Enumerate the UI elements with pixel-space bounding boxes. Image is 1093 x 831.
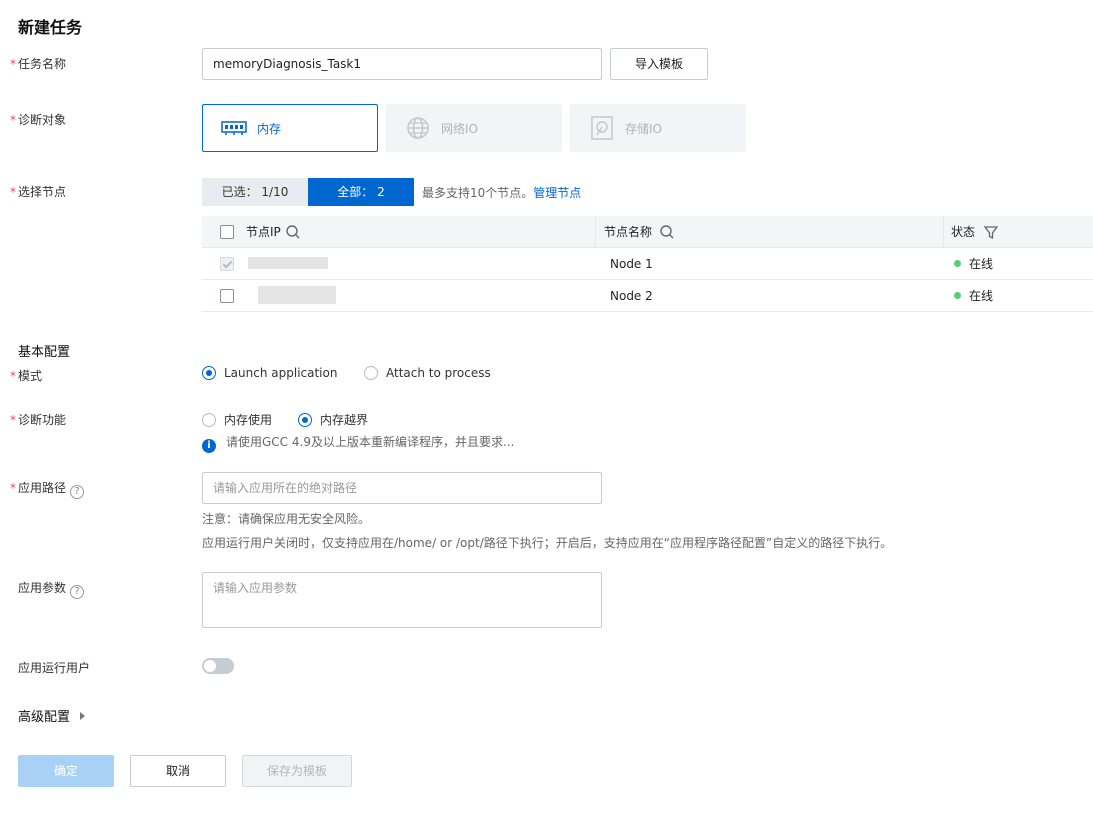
- target-option-network-io: 网络IO: [386, 104, 562, 152]
- confirm-button[interactable]: 确定: [18, 755, 114, 787]
- task-name-label: * 任务名称: [10, 57, 67, 71]
- redacted-ip: [248, 257, 328, 269]
- row-checkbox: [220, 257, 234, 271]
- column-header-ip: 节点IP: [246, 225, 281, 239]
- status-badge: 在线: [954, 248, 993, 280]
- globe-icon: [405, 117, 431, 139]
- app-path-label: * 应用路径?: [10, 479, 85, 499]
- app-path-note: 注意：请确保应用无安全风险。: [202, 512, 371, 526]
- run-user-label: 应用运行用户: [18, 661, 91, 675]
- tab-selected-nodes[interactable]: 已选： 1/10: [202, 178, 308, 206]
- nodes-table: 节点IP 节点名称 状态 Node 1 在线 Node 2 在线: [202, 216, 1093, 312]
- cancel-button[interactable]: 取消: [130, 755, 226, 787]
- info-icon: i: [202, 439, 216, 453]
- target-option-storage-io: 存储IO: [570, 104, 746, 152]
- task-name-input[interactable]: memoryDiagnosis_Task1: [202, 48, 602, 80]
- status-dot: [954, 292, 961, 299]
- nodes-label: * 选择节点: [10, 185, 67, 199]
- advanced-config-toggle[interactable]: 高级配置: [18, 706, 86, 725]
- memory-chip-icon: [221, 117, 247, 139]
- mode-label: * 模式: [10, 369, 43, 383]
- target-option-memory[interactable]: 内存: [202, 104, 378, 152]
- function-info: i 请使用GCC 4.9及以上版本重新编译程序，并且要求...: [202, 433, 514, 453]
- search-icon[interactable]: [660, 216, 674, 248]
- target-label: * 诊断对象: [10, 113, 67, 127]
- table-header: 节点IP 节点名称 状态: [202, 216, 1093, 248]
- status-badge: 在线: [954, 280, 993, 312]
- mode-attach-radio[interactable]: Attach to process: [364, 366, 491, 380]
- node-name: Node 2: [610, 289, 653, 303]
- page-title: 新建任务: [18, 18, 83, 37]
- target-option-label: 内存: [257, 121, 282, 136]
- save-template-button[interactable]: 保存为模板: [242, 755, 352, 787]
- table-row[interactable]: Node 1 在线: [202, 248, 1093, 280]
- function-label: * 诊断功能: [10, 413, 67, 427]
- function-out-of-bounds-radio[interactable]: 内存越界: [298, 411, 368, 428]
- app-params-label: 应用参数?: [18, 579, 85, 599]
- node-name: Node 1: [610, 257, 653, 271]
- table-row[interactable]: Node 2 在线: [202, 280, 1093, 312]
- app-params-textarea[interactable]: 请输入应用参数: [202, 572, 602, 628]
- column-divider: [595, 216, 596, 248]
- app-path-input[interactable]: 请输入应用所在的绝对路径: [202, 472, 602, 504]
- disk-icon: [589, 116, 615, 140]
- help-icon[interactable]: ?: [70, 585, 85, 599]
- caret-right-icon: [80, 711, 86, 720]
- radio-dot: [364, 366, 378, 380]
- manage-nodes-link[interactable]: 管理节点: [533, 186, 581, 200]
- column-header-status: 状态: [951, 225, 976, 239]
- target-option-label: 网络IO: [441, 121, 478, 136]
- row-checkbox[interactable]: [220, 289, 234, 303]
- mode-launch-radio[interactable]: Launch application: [202, 366, 337, 380]
- target-option-label: 存储IO: [625, 121, 662, 136]
- redacted-ip: [258, 286, 336, 304]
- nodes-hint: 最多支持10个节点。管理节点: [422, 186, 582, 200]
- basic-config-heading: 基本配置: [18, 345, 71, 360]
- filter-icon[interactable]: [983, 216, 999, 248]
- run-user-toggle[interactable]: [202, 658, 234, 674]
- tab-all-nodes[interactable]: 全部： 2: [308, 178, 414, 206]
- function-memory-usage-radio[interactable]: 内存使用: [202, 411, 272, 428]
- status-dot: [954, 260, 961, 267]
- search-icon[interactable]: [286, 216, 300, 248]
- select-all-checkbox[interactable]: [220, 225, 234, 239]
- column-divider: [943, 216, 944, 248]
- help-icon[interactable]: ?: [70, 485, 85, 499]
- radio-dot: [298, 412, 312, 427]
- import-template-button[interactable]: 导入模板: [610, 48, 708, 80]
- radio-dot: [202, 366, 216, 380]
- column-header-name: 节点名称: [604, 225, 653, 239]
- radio-dot: [202, 412, 216, 427]
- app-path-description: 应用运行用户关闭时，仅支持应用在/home/ or /opt/路径下执行；开启后…: [202, 536, 893, 550]
